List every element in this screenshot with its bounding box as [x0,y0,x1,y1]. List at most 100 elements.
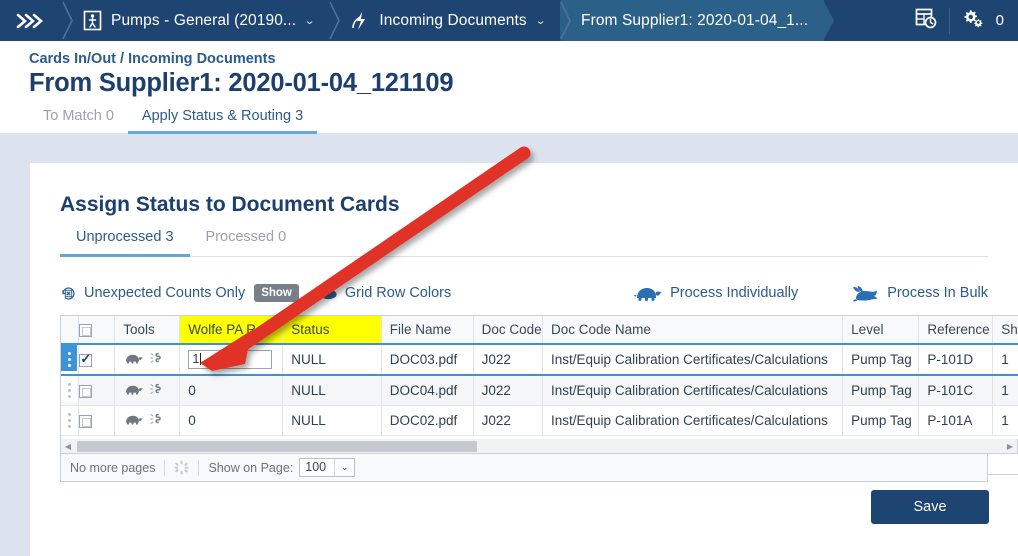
row-doc-code-name-cell[interactable]: Inst/Equip Calibration Certificates/Calc… [542,375,844,406]
grid-row-colors-toggle[interactable]: Grid Row Colors [319,285,451,301]
row-file-name-cell[interactable]: DOC02.pdf [381,405,474,436]
squiggle-icon[interactable] [148,412,163,429]
show-badge[interactable]: Show [254,284,299,302]
breadcrumb-project[interactable]: Pumps - General (20190... ⌄ [63,0,341,41]
row-wolfe-pa-rev-cell[interactable]: 0 [179,405,284,436]
row-tools-cell[interactable] [114,343,181,376]
row-sheet-cell[interactable]: 1 [992,375,1018,406]
assign-status-card: Assign Status to Document Cards Unproces… [30,163,1018,556]
page-title: From Supplier1: 2020-01-04_121109 [29,69,454,97]
text-cursor [200,353,202,365]
col-select-all[interactable] [78,316,116,345]
card-title: Assign Status to Document Cards [60,193,400,216]
row-doc-code-cell[interactable]: J022 [473,405,544,436]
row-level-cell[interactable]: Pump Tag [842,343,920,376]
process-in-bulk-button[interactable]: Process In Bulk [850,284,988,303]
unexpected-counts-only-label: Unexpected Counts Only [84,285,246,301]
calendar-clock-button[interactable] [905,0,947,41]
show-on-page-label: Show on Page: [208,460,294,475]
row-file-name-cell[interactable]: DOC04.pdf [381,375,474,406]
show-on-page-select[interactable]: 100 ⌄ [299,458,356,477]
row-drag-handle-icon[interactable] [61,376,77,402]
grid-toolbar: Unexpected Counts Only Show Grid Row Col… [60,278,988,308]
select-all-checkbox[interactable] [79,323,93,337]
subtab-unprocessed[interactable]: Unprocessed 3 [60,229,190,257]
turtle-icon[interactable] [123,413,144,429]
scrollbar-thumb[interactable] [77,440,477,452]
col-status[interactable]: Status [282,316,382,345]
row-status-cell[interactable]: NULL [282,375,382,406]
settings-gears-button[interactable] [952,0,994,41]
row-wolfe-pa-rev-cell[interactable]: 1 [179,343,284,376]
row-wolfe-pa-rev-cell[interactable]: 0 [179,375,284,406]
row-file-name-cell[interactable]: DOC03.pdf [381,343,474,376]
row-doc-code-cell[interactable]: J022 [473,375,544,406]
chevrons-right-icon [14,10,44,32]
breadcrumb-incoming-documents[interactable]: Incoming Documents ⌄ [330,0,571,41]
row-handle-cell[interactable] [61,343,80,376]
pagination-status: No more pages [70,460,156,475]
squiggle-icon[interactable] [148,351,163,368]
row-level-cell[interactable]: Pump Tag [842,375,920,406]
col-doc-code-name[interactable]: Doc Code Name [542,316,844,345]
row-doc-code-name-cell[interactable]: Inst/Equip Calibration Certificates/Calc… [542,405,844,436]
grid-horizontal-scrollbar[interactable]: ◀ ▶ [60,439,1018,454]
row-drag-handle-icon[interactable] [61,346,77,371]
row-checkbox[interactable] [79,351,93,367]
chevron-down-icon[interactable]: ⌄ [304,14,316,27]
col-reference[interactable]: Reference [918,316,994,345]
row-reference-cell[interactable]: P-101D [918,343,994,376]
col-sheet[interactable]: Sheet [992,316,1018,345]
wolfe-pa-rev-input[interactable]: 1 [188,350,273,369]
row-select-cell[interactable] [78,375,116,406]
row-sheet-cell[interactable]: 1 [992,405,1018,436]
chevron-down-icon[interactable]: ⌄ [334,459,355,476]
tab-apply-status-routing[interactable]: Apply Status & Routing 3 [127,108,318,134]
grid-row-colors-label: Grid Row Colors [344,285,452,301]
tab-to-match[interactable]: To Match 0 [29,108,128,134]
lightning-document-icon [350,10,370,32]
table-row[interactable]: 1 NULL DOC03.pdf J022 Inst/Equip Calibra… [61,343,1018,376]
row-handle-cell[interactable] [61,405,80,436]
col-file-name[interactable]: File Name [381,316,474,345]
table-row[interactable]: 0 NULL DOC02.pdf J022 Inst/Equip Calibra… [61,405,1018,436]
col-tools[interactable]: Tools [114,316,181,345]
breadcrumb-current-card[interactable]: From Supplier1: 2020-01-04_1... [561,0,835,41]
row-reference-cell[interactable]: P-101C [918,375,994,406]
col-level[interactable]: Level [842,316,920,345]
chevron-down-icon[interactable]: ⌄ [535,14,547,27]
table-row[interactable]: 0 NULL DOC04.pdf J022 Inst/Equip Calibra… [61,375,1018,406]
col-wolfe-pa-rev[interactable]: Wolfe PA Rev [179,316,284,345]
row-status-cell[interactable]: NULL [282,405,382,436]
row-handle-cell[interactable] [61,375,80,406]
process-individually-button[interactable]: Process Individually [633,284,798,303]
row-drag-handle-icon[interactable] [61,406,77,432]
row-status-cell[interactable]: NULL [282,343,382,376]
row-checkbox[interactable] [79,384,93,398]
unexpected-counts-only-toggle[interactable]: Unexpected Counts Only Show [60,284,299,302]
scroll-left-icon[interactable]: ◀ [61,440,75,453]
row-tools-cell[interactable] [114,405,181,436]
scroll-right-icon[interactable]: ▶ [1003,440,1017,453]
row-doc-code-cell[interactable]: J022 [473,343,544,376]
spinner-icon[interactable] [174,460,189,475]
row-tools-cell[interactable] [114,375,181,406]
row-level-cell[interactable]: Pump Tag [842,405,920,436]
home-chevrons-button[interactable] [0,0,73,41]
show-on-page-value: 100 [305,460,327,474]
footer-divider [164,459,166,476]
turtle-icon[interactable] [123,383,144,399]
row-select-cell[interactable] [78,343,116,376]
wolfe-pa-rev-input-value: 1 [192,351,200,366]
subtab-processed[interactable]: Processed 0 [190,229,303,257]
row-select-cell[interactable] [78,405,116,436]
col-doc-code[interactable]: Doc Code [473,316,544,345]
row-reference-cell[interactable]: P-101A [918,405,994,436]
row-doc-code-name-cell[interactable]: Inst/Equip Calibration Certificates/Calc… [542,343,844,376]
row-sheet-cell[interactable]: 1 [992,343,1018,376]
row-checkbox[interactable] [79,414,93,428]
squiggle-icon[interactable] [148,382,163,399]
turtle-icon[interactable] [123,352,144,368]
save-button[interactable]: Save [871,490,989,524]
col-handle [61,316,80,345]
